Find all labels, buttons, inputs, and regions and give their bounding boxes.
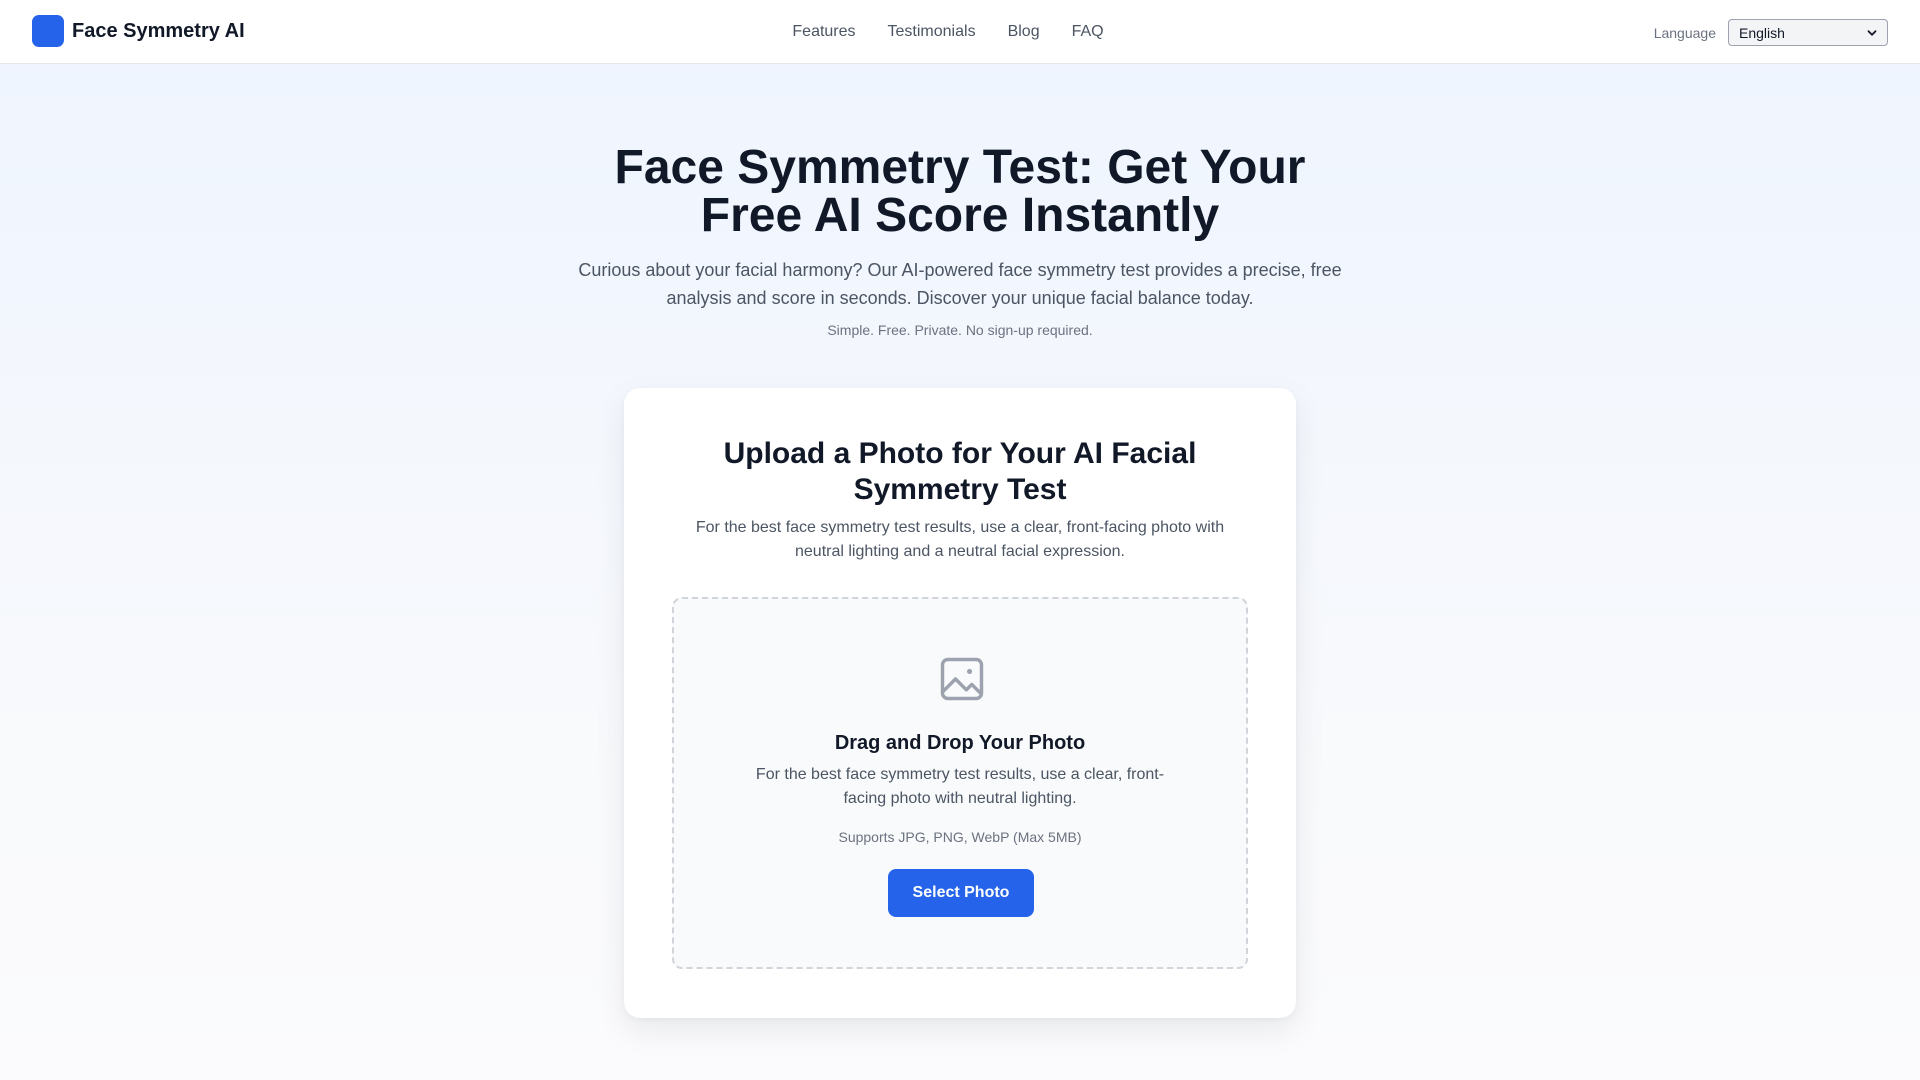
language-select-value: English (1739, 24, 1785, 41)
hero-note: Simple. Free. Private. No sign-up requir… (827, 322, 1093, 338)
main-nav: Features Testimonials Blog FAQ (0, 0, 1920, 64)
language-select[interactable]: English (1728, 19, 1888, 46)
hero-subtitle: Curious about your facial harmony? Our A… (578, 260, 1342, 308)
brand-logo[interactable]: Face Symmetry AI (32, 15, 245, 47)
site-header: Face Symmetry AI Features Testimonials B… (0, 0, 1920, 64)
dropzone-description: For the best face symmetry test results,… (755, 766, 1165, 807)
dropzone-title: Drag and Drop Your Photo (834, 732, 1086, 754)
image-icon (940, 657, 984, 701)
photo-dropzone[interactable]: Drag and Drop Your Photo For the best fa… (672, 597, 1248, 969)
language-switcher: Language English (1654, 19, 1888, 46)
upload-card-title: Upload a Photo for Your AI Facial Symmet… (723, 437, 1197, 506)
nav-link-faq[interactable]: FAQ (1072, 23, 1104, 41)
supported-formats: Supports JPG, PNG, WebP (Max 5MB) (838, 829, 1082, 845)
select-photo-button[interactable]: Select Photo (888, 869, 1034, 917)
upload-card: Upload a Photo for Your AI Facial Symmet… (624, 388, 1296, 1018)
nav-link-blog[interactable]: Blog (1008, 23, 1040, 41)
logo-icon (32, 15, 64, 47)
page-title: Face Symmetry Test: Get Your Free AI Sco… (614, 141, 1306, 242)
nav-link-features[interactable]: Features (792, 23, 855, 41)
chevron-down-icon (1867, 29, 1877, 36)
upload-card-description: For the best face symmetry test results,… (695, 519, 1225, 560)
language-label: Language (1653, 24, 1716, 41)
nav-link-testimonials[interactable]: Testimonials (888, 23, 976, 41)
brand-name: Face Symmetry AI (72, 19, 245, 42)
